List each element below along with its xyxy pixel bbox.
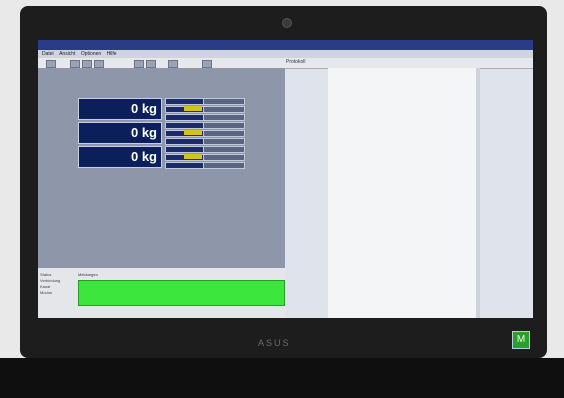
scale-3-bar-a: [165, 146, 205, 153]
toolbar-button-print[interactable]: [94, 60, 104, 68]
menu-item-options[interactable]: Optionen: [81, 51, 101, 57]
log-scrollbar[interactable]: [476, 68, 480, 318]
log-panel-title: Protokoll: [286, 59, 306, 65]
scale-2-indicator: [184, 130, 202, 135]
laptop-brand-logo: ASUS: [258, 338, 291, 348]
scale-3-indicator: [184, 154, 202, 159]
scale-1-tag-c: [203, 114, 245, 121]
status-heading: Meldungen: [78, 272, 98, 277]
laptop-screen: Datei Ansicht Optionen Hilfe Protokoll 0…: [38, 40, 533, 318]
status-ok-indicator: [78, 280, 285, 306]
status-panel: Status Verbindung Kanal Modus Meldungen: [38, 268, 285, 318]
scale-1-tag-b: [203, 106, 245, 113]
status-labels: Status Verbindung Kanal Modus: [40, 272, 60, 296]
toolbar-button-zero[interactable]: [134, 60, 144, 68]
scale-row-2: 0 kg: [78, 122, 250, 145]
weight-display-2: 0 kg: [78, 122, 162, 144]
scale-3-bar-c: [165, 162, 205, 169]
scale-1-tag-a: [203, 98, 245, 105]
menu-item-view[interactable]: Ansicht: [59, 51, 75, 57]
toolbar-button-save[interactable]: [82, 60, 92, 68]
scale-row-1: 0 kg: [78, 98, 250, 121]
scale-display-panel: 0 kg 0 kg 0 kg: [38, 68, 285, 268]
scale-1-indicator: [184, 106, 202, 111]
menu-item-file[interactable]: Datei: [42, 51, 54, 57]
scale-2-tag-c: [203, 138, 245, 145]
toolbar-button-connect[interactable]: [202, 60, 212, 68]
webcam-icon: [282, 18, 292, 28]
scale-1-bar-a: [165, 98, 205, 105]
scale-2-bar-c: [165, 138, 205, 145]
scale-2-tag-a: [203, 122, 245, 129]
toolbar-button-settings[interactable]: [168, 60, 178, 68]
scale-row-3: 0 kg: [78, 146, 250, 169]
laptop-keyboard-deck: [0, 358, 564, 398]
toolbar-button-new[interactable]: [46, 60, 56, 68]
toolbar-button-open[interactable]: [70, 60, 80, 68]
sticker-badge: M: [512, 331, 530, 349]
weight-display-3: 0 kg: [78, 146, 162, 168]
log-panel[interactable]: [328, 68, 478, 318]
toolbar-button-tare[interactable]: [146, 60, 156, 68]
scale-3-tag-a: [203, 146, 245, 153]
scale-3-tag-b: [203, 154, 245, 161]
window-titlebar: [38, 40, 533, 50]
scale-2-tag-b: [203, 130, 245, 137]
status-label-4: Modus: [40, 290, 53, 295]
scale-2-bar-a: [165, 122, 205, 129]
scale-3-tag-c: [203, 162, 245, 169]
menu-item-help[interactable]: Hilfe: [107, 51, 117, 57]
weight-display-1: 0 kg: [78, 98, 162, 120]
scale-1-bar-c: [165, 114, 205, 121]
menu-bar: Datei Ansicht Optionen Hilfe: [38, 50, 533, 58]
